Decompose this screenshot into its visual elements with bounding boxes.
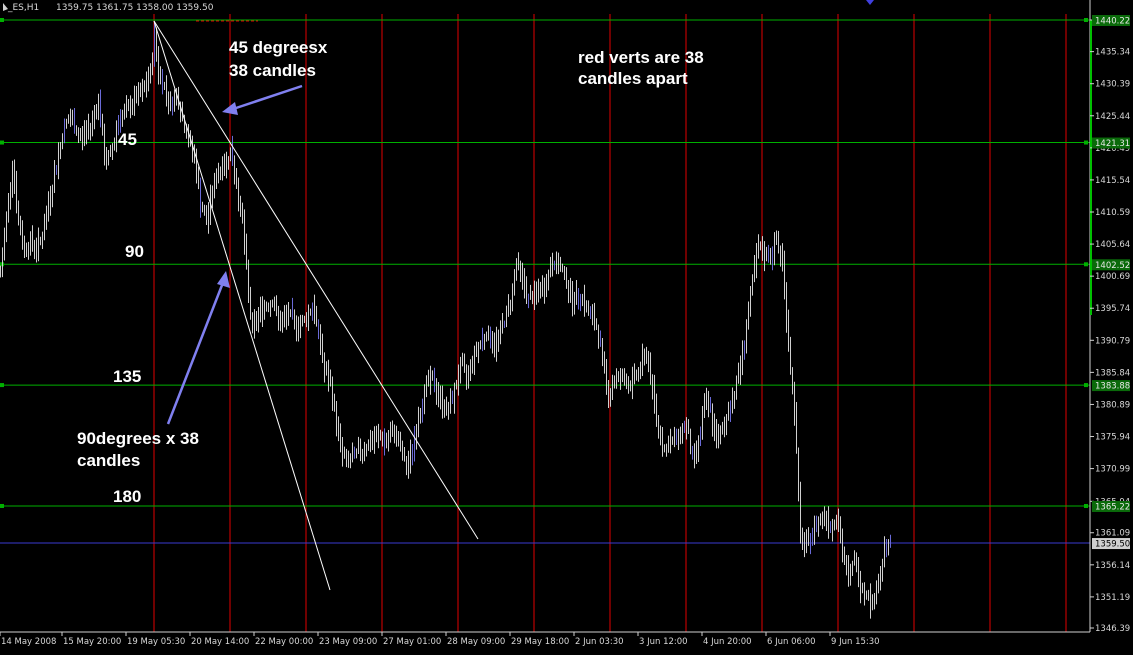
level-price-tag-label: 1440.22 — [1095, 17, 1130, 27]
level-handle-left-3[interactable] — [0, 383, 4, 388]
level-price-tag-label: 1365.22 — [1095, 502, 1130, 512]
time-tick-label: 14 May 2008 — [1, 637, 56, 647]
price-tick-label: 1380.89 — [1095, 400, 1130, 410]
level-label-180: 180 — [113, 487, 141, 506]
time-tick-label: 4 Jun 20:00 — [703, 637, 752, 647]
time-tick-label: 20 May 14:00 — [191, 637, 249, 647]
time-tick-label: 3 Jun 12:00 — [639, 637, 688, 647]
price-tick-label: 1346.39 — [1095, 624, 1130, 634]
price-tick-label: 1425.44 — [1095, 112, 1130, 122]
level-handle-left-4[interactable] — [0, 503, 4, 508]
price-tick-label: 1370.99 — [1095, 465, 1130, 475]
time-tick-label: 9 Jun 15:30 — [831, 637, 880, 647]
annotation-45deg-line2: 38 candles — [229, 61, 316, 80]
price-tick-label: 1410.59 — [1095, 208, 1130, 218]
time-tick-label: 29 May 18:00 — [511, 637, 569, 647]
level-price-tag-label: 1421.31 — [1095, 139, 1130, 149]
price-tick-label: 1356.14 — [1095, 561, 1130, 571]
level-handle-right-3[interactable] — [1084, 383, 1088, 388]
price-tick-label: 1400.69 — [1095, 272, 1130, 282]
price-tick-label: 1415.54 — [1095, 176, 1130, 186]
price-axis-panel — [1090, 0, 1133, 655]
level-label-45: 45 — [118, 130, 137, 149]
level-handle-right-4[interactable] — [1084, 503, 1088, 508]
price-tick-label: 1435.34 — [1095, 48, 1130, 58]
bid-price-tag-label: 1359.50 — [1095, 540, 1130, 550]
price-tick-label: 1430.39 — [1095, 80, 1130, 90]
level-label-90: 90 — [125, 242, 144, 261]
time-tick-label: 6 Jun 06:00 — [767, 637, 816, 647]
symbol-timeframe: _ES,H1 — [7, 3, 39, 13]
price-tick-label: 1390.79 — [1095, 336, 1130, 346]
time-tick-label: 22 May 00:00 — [255, 637, 313, 647]
price-tick-label: 1351.19 — [1095, 593, 1130, 603]
annotation-90deg-line1: 90degrees x 38 — [77, 429, 199, 448]
time-tick-label: 19 May 05:30 — [127, 637, 185, 647]
time-tick-label: 23 May 09:00 — [319, 637, 377, 647]
time-tick-label: 2 Jun 03:30 — [575, 637, 624, 647]
level-handle-right-0[interactable] — [1084, 18, 1088, 22]
level-price-tag-label: 1383.88 — [1095, 382, 1130, 392]
level-price-tag-label: 1402.52 — [1095, 261, 1130, 271]
time-tick-label: 28 May 09:00 — [447, 637, 505, 647]
chart-background — [0, 0, 1133, 655]
level-handle-right-1[interactable] — [1084, 140, 1088, 145]
level-handle-right-2[interactable] — [1084, 262, 1088, 267]
ohlc-values: 1359.75 1361.75 1358.00 1359.50 — [56, 3, 214, 13]
level-handle-left-1[interactable] — [0, 140, 4, 145]
price-tick-label: 1361.09 — [1095, 529, 1130, 539]
price-tick-label: 1385.84 — [1095, 368, 1130, 378]
annotation-90deg-line2: candles — [77, 451, 140, 470]
price-tick-label: 1375.94 — [1095, 433, 1130, 443]
annotation-red-verts-line1: red verts are 38 — [578, 48, 704, 67]
level-handle-left-0[interactable] — [0, 18, 4, 22]
time-tick-label: 15 May 20:00 — [63, 637, 121, 647]
annotation-red-verts-line2: candles apart — [578, 69, 688, 88]
price-axis[interactable]: 1346.391351.191356.141361.091365.941370.… — [1089, 0, 1133, 655]
price-tick-label: 1395.74 — [1095, 304, 1130, 314]
time-tick-label: 27 May 01:00 — [383, 637, 441, 647]
level-label-135: 135 — [113, 367, 141, 386]
price-tick-label: 1405.64 — [1095, 240, 1130, 250]
price-chart[interactable]: _ES,H1 1359.75 1361.75 1358.00 1359.50 4… — [0, 0, 1133, 655]
annotation-45deg-line1: 45 degreesx — [229, 38, 328, 57]
